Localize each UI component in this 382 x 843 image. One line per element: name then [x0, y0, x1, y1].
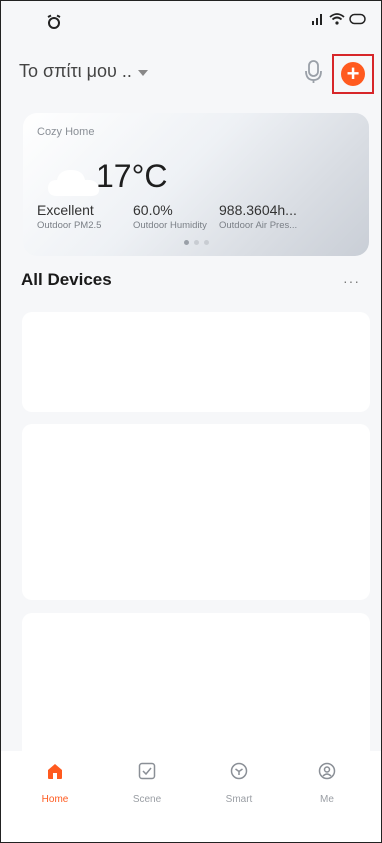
metric-value: 60.0%	[133, 202, 173, 218]
scene-icon	[138, 762, 156, 780]
page-indicator	[184, 240, 209, 245]
wifi-icon	[329, 13, 345, 25]
weather-location: Cozy Home	[37, 126, 95, 138]
tab-me[interactable]: Me	[292, 761, 362, 805]
signal-icon	[312, 14, 322, 25]
weather-card[interactable]: Cozy Home 17°C Excellent Outdoor PM2.5 6…	[23, 113, 369, 256]
tab-smart[interactable]: Smart	[204, 761, 274, 805]
tab-home[interactable]: Home	[20, 761, 90, 805]
device-card[interactable]	[22, 312, 370, 412]
device-card[interactable]	[22, 613, 370, 763]
cloud-icon	[48, 170, 100, 196]
app-screen: Το σπίτι μου .. + Cozy Home 17°C Excelle…	[0, 0, 382, 843]
microphone-icon[interactable]	[303, 59, 325, 85]
metric-label: Outdoor Air Pres...	[219, 220, 298, 231]
metric-pm25: Excellent Outdoor PM2.5	[37, 202, 101, 231]
device-card[interactable]	[22, 424, 370, 600]
profile-icon	[318, 762, 336, 780]
battery-icon	[349, 13, 366, 25]
home-title: Το σπίτι μου ..	[19, 61, 132, 81]
metric-value: 988.3604h...	[219, 202, 297, 218]
metric-label: Outdoor Humidity	[133, 220, 207, 231]
page-dot	[184, 240, 189, 245]
all-devices-title: All Devices	[21, 270, 112, 289]
home-header: Το σπίτι μου .. +	[1, 53, 381, 94]
tab-scene[interactable]: Scene	[112, 761, 182, 805]
status-bar	[1, 1, 381, 41]
plus-icon: +	[341, 62, 365, 86]
tab-label: Home	[41, 794, 69, 805]
smart-icon	[230, 762, 248, 780]
page-dot	[194, 240, 199, 245]
home-icon	[48, 764, 62, 779]
tab-label: Me	[320, 794, 334, 805]
more-options-button[interactable]: ···	[343, 273, 360, 289]
page-dot	[204, 240, 209, 245]
metric-value: Excellent	[37, 202, 94, 218]
bottom-tab-bar: Home Scene Smart Me	[1, 751, 381, 842]
metric-humidity: 60.0% Outdoor Humidity	[133, 202, 207, 231]
home-selector[interactable]: Το σπίτι μου ..	[19, 61, 148, 82]
alarm-icon	[47, 14, 61, 29]
metric-label: Outdoor PM2.5	[37, 220, 102, 231]
add-device-button[interactable]: +	[332, 54, 374, 94]
tab-label: Smart	[225, 794, 253, 805]
caret-down-icon	[137, 69, 148, 76]
metric-air-pressure: 988.3604h... Outdoor Air Pres...	[219, 202, 297, 231]
tab-label: Scene	[132, 794, 162, 805]
temperature: 17°C	[96, 158, 168, 194]
